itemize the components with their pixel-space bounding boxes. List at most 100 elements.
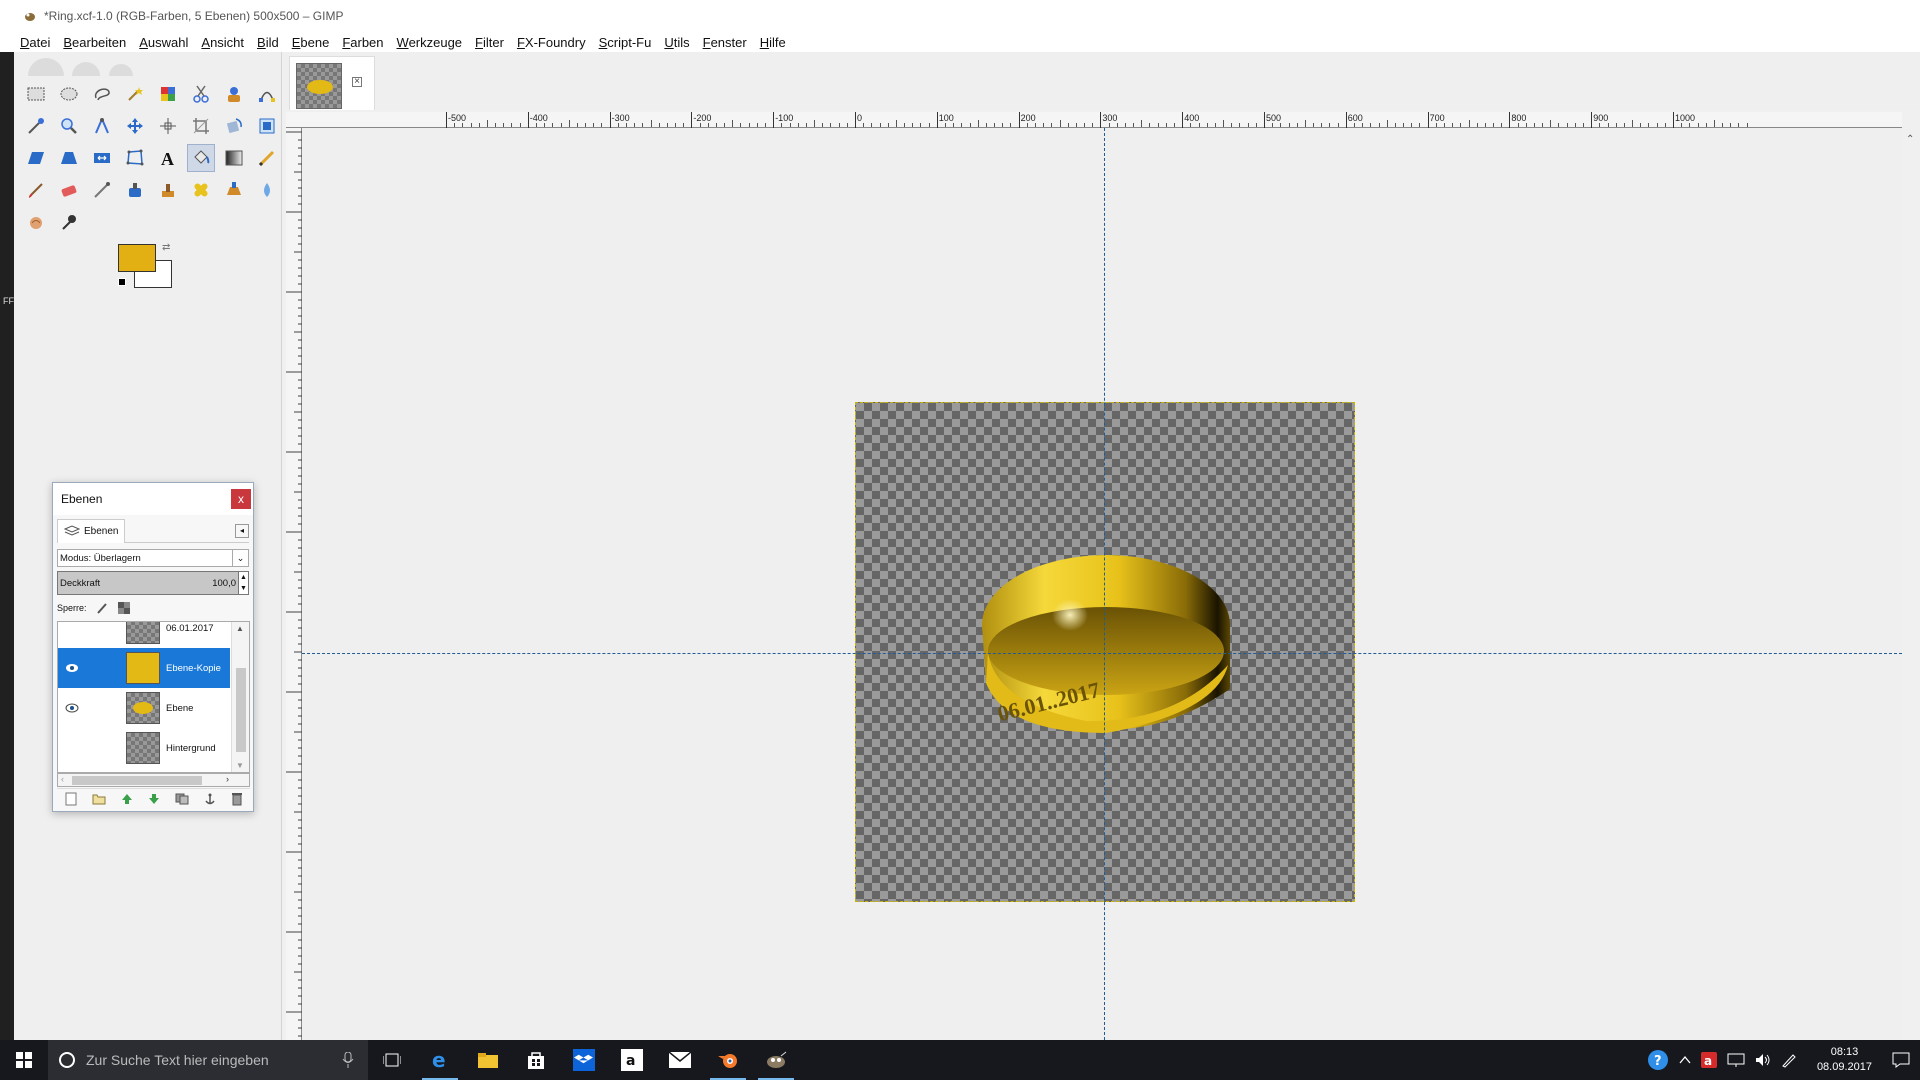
shear-tool-icon[interactable] (22, 144, 50, 172)
airbrush-tool-icon[interactable] (88, 176, 116, 204)
cage-transform-tool-icon[interactable] (121, 144, 149, 172)
taskbar-amazon[interactable]: a (608, 1040, 656, 1080)
image-tab-ring[interactable]: × (289, 56, 375, 110)
menu-hilfe[interactable]: Hilfe (760, 35, 786, 50)
zoom-tool-icon[interactable] (55, 112, 83, 140)
lower-layer-icon[interactable] (148, 793, 160, 805)
layers-dialog-header[interactable]: Ebenen x (53, 483, 253, 515)
ellipse-select-tool-icon[interactable] (55, 80, 83, 108)
fuzzy-select-tool-icon[interactable] (121, 80, 149, 108)
lock-alpha-icon[interactable] (117, 601, 131, 615)
raise-layer-icon[interactable] (121, 793, 133, 805)
ruler-corner[interactable] (286, 112, 302, 128)
heal-tool-icon[interactable] (187, 176, 215, 204)
visibility-toggle[interactable] (58, 648, 86, 688)
rect-select-tool-icon[interactable] (22, 80, 50, 108)
scroll-up-icon[interactable]: ⌃ (1906, 134, 1914, 145)
new-layer-icon[interactable] (65, 792, 77, 806)
paths-tool-icon[interactable] (253, 80, 281, 108)
scroll-right-icon[interactable]: › (226, 774, 229, 784)
layer-row[interactable]: Hintergrund (58, 728, 230, 768)
tab-ebenen[interactable]: Ebenen (57, 518, 126, 543)
scroll-left-icon[interactable]: ‹ (61, 774, 64, 784)
paintbrush-tool-icon[interactable] (22, 176, 50, 204)
horizontal-ruler[interactable]: -500 -400 -300 -200 -100 0 100 200 300 400 500 600 7… (301, 112, 1902, 128)
text-tool-icon[interactable]: A (154, 144, 182, 172)
move-tool-icon[interactable] (121, 112, 149, 140)
color-picker-tool-icon[interactable] (22, 112, 50, 140)
taskbar-explorer[interactable] (464, 1040, 512, 1080)
scissors-tool-icon[interactable] (187, 80, 215, 108)
opacity-spinner[interactable]: ▲ ▼ (238, 572, 248, 594)
layers-dialog-close-button[interactable]: x (231, 489, 251, 509)
foreground-select-tool-icon[interactable] (220, 80, 248, 108)
menu-bild[interactable]: Bild (257, 35, 279, 50)
action-center-icon[interactable] (1892, 1052, 1910, 1068)
help-icon[interactable]: ? (1647, 1049, 1669, 1071)
ink-tool-icon[interactable] (121, 176, 149, 204)
menu-farben[interactable]: Farben (342, 35, 383, 50)
delete-layer-icon[interactable] (231, 792, 243, 806)
chevron-down-icon[interactable]: ⌄ (232, 550, 248, 566)
pencil-tool-icon[interactable] (253, 144, 281, 172)
menu-ebene[interactable]: Ebene (292, 35, 330, 50)
image-canvas[interactable]: 06.01..2017 (302, 128, 1902, 1040)
menu-datei[interactable]: Datei (20, 35, 50, 50)
free-select-tool-icon[interactable] (88, 80, 116, 108)
network-icon[interactable] (1727, 1053, 1745, 1067)
menu-ansicht[interactable]: Ansicht (201, 35, 244, 50)
menu-werkzeuge[interactable]: Werkzeuge (397, 35, 463, 50)
taskbar-store[interactable] (512, 1040, 560, 1080)
opacity-slider[interactable]: Deckkraft 100,0 ▲ ▼ (57, 571, 249, 595)
image-layer-area[interactable]: 06.01..2017 (855, 402, 1355, 902)
scale-tool-icon[interactable] (253, 112, 281, 140)
taskbar-edge[interactable]: e (416, 1040, 464, 1080)
menu-script-fu[interactable]: Script-Fu (599, 35, 652, 50)
layer-row-selected[interactable]: Ebene-Kopie (58, 648, 230, 688)
menu-auswahl[interactable]: Auswahl (139, 35, 188, 50)
taskbar-blender[interactable] (704, 1040, 752, 1080)
chevron-up-icon[interactable] (1679, 1055, 1691, 1065)
rotate-tool-icon[interactable] (220, 112, 248, 140)
menu-filter[interactable]: Filter (475, 35, 504, 50)
horizontal-guide[interactable] (302, 653, 1902, 654)
crop-tool-icon[interactable] (187, 112, 215, 140)
canvas-right-scrollbar[interactable]: ⌃ (1902, 112, 1920, 1040)
foreground-color-swatch[interactable] (118, 244, 156, 272)
default-colors-icon[interactable] (118, 278, 126, 286)
taskbar-search[interactable]: Zur Suche Text hier eingeben (48, 1040, 368, 1080)
taskbar-clock[interactable]: 08:13 08.09.2017 (1817, 1045, 1872, 1075)
clone-tool-icon[interactable] (154, 176, 182, 204)
flip-tool-icon[interactable] (88, 144, 116, 172)
dodge-burn-tool-icon[interactable] (55, 208, 83, 236)
eraser-tool-icon[interactable] (55, 176, 83, 204)
blur-sharpen-tool-icon[interactable] (253, 176, 281, 204)
menu-fx-foundry[interactable]: FX-Foundry (517, 35, 586, 50)
visibility-toggle[interactable] (58, 728, 86, 768)
microphone-icon[interactable] (342, 1052, 354, 1068)
lock-pixels-icon[interactable] (95, 601, 109, 615)
scroll-down-icon[interactable]: ▼ (236, 761, 244, 770)
vertical-guide[interactable] (1104, 128, 1105, 1040)
duplicate-layer-icon[interactable] (175, 793, 189, 805)
visibility-toggle[interactable] (58, 688, 86, 728)
scroll-up-icon[interactable]: ▲ (236, 624, 244, 633)
layer-list-scrollbar[interactable]: ▲ ▼ (231, 622, 249, 772)
task-view-button[interactable] (368, 1040, 416, 1080)
menu-fenster[interactable]: Fenster (703, 35, 747, 50)
start-button[interactable] (0, 1040, 48, 1080)
align-tool-icon[interactable] (154, 112, 182, 140)
vertical-ruler[interactable] (286, 128, 302, 1040)
fg-bg-color-selector[interactable]: ⇄ (118, 242, 188, 294)
tab-menu-icon[interactable]: ◂ (235, 523, 249, 538)
pen-ink-icon[interactable] (1781, 1052, 1797, 1068)
menu-utils[interactable]: Utils (664, 35, 689, 50)
visibility-toggle[interactable] (58, 622, 86, 648)
perspective-tool-icon[interactable] (55, 144, 83, 172)
new-layer-group-icon[interactable] (92, 793, 106, 805)
taskbar-dropbox[interactable] (560, 1040, 608, 1080)
layer-list-hscrollbar[interactable]: ‹ › (57, 773, 250, 787)
image-tab-close-icon[interactable]: × (352, 77, 362, 87)
select-by-color-tool-icon[interactable] (154, 80, 182, 108)
antivirus-icon[interactable]: a (1700, 1052, 1717, 1068)
